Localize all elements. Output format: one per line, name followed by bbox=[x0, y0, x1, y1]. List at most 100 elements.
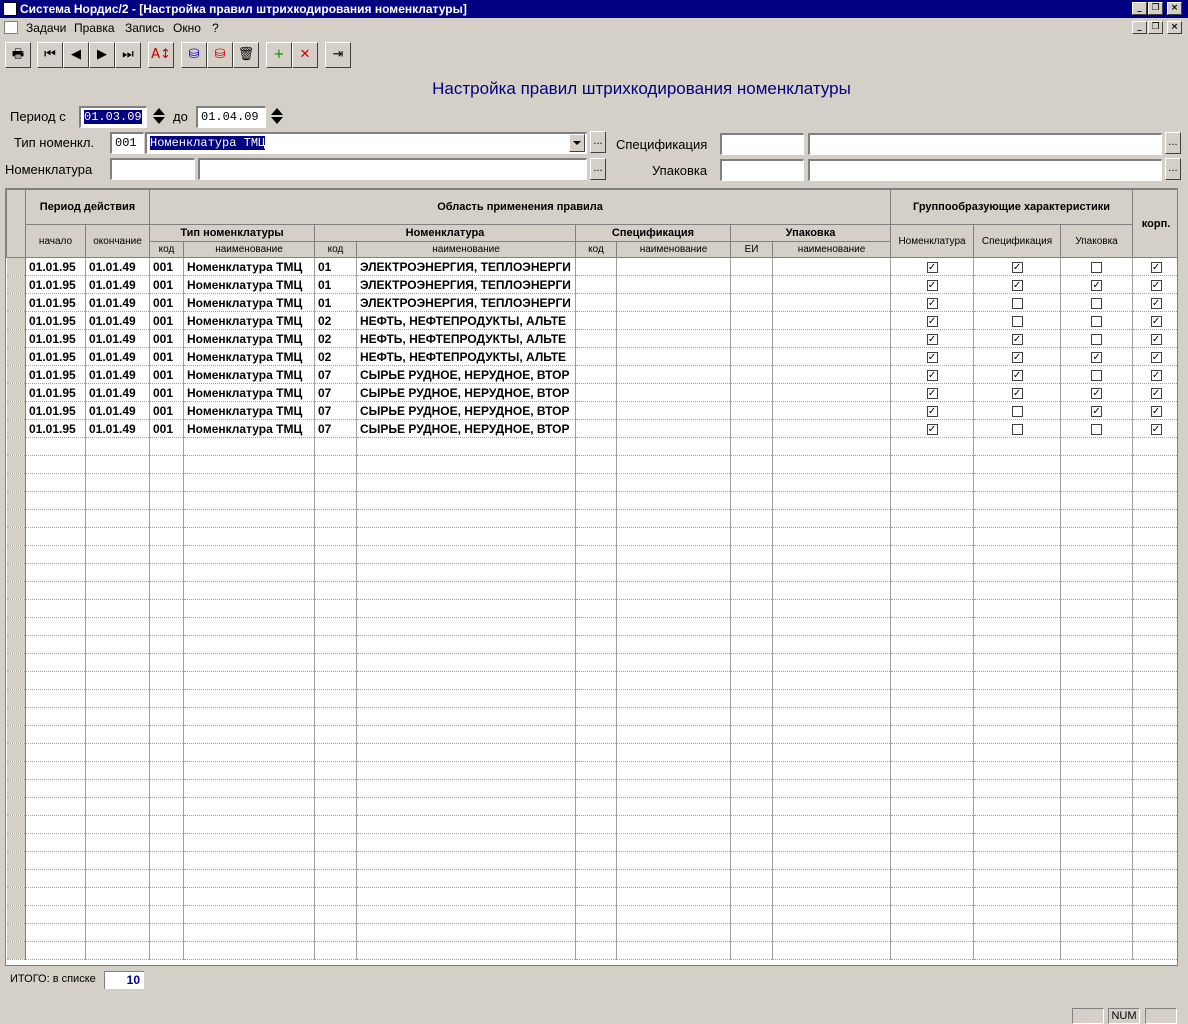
table-row[interactable] bbox=[6, 599, 1177, 618]
row-indicator[interactable] bbox=[6, 563, 26, 582]
table-row[interactable] bbox=[6, 815, 1177, 834]
minimize-button[interactable]: _ bbox=[1132, 2, 1147, 15]
table-row[interactable] bbox=[6, 941, 1177, 960]
row-indicator[interactable] bbox=[6, 581, 26, 600]
menu-help[interactable]: ? bbox=[212, 21, 219, 35]
row-indicator[interactable] bbox=[6, 527, 26, 546]
row-indicator[interactable] bbox=[6, 329, 26, 348]
g-nomen-checkbox[interactable]: ✓ bbox=[926, 315, 938, 327]
period-to-field[interactable]: 01.04.09 bbox=[196, 106, 266, 128]
row-indicator[interactable] bbox=[6, 347, 26, 366]
row-indicator[interactable] bbox=[6, 401, 26, 420]
table-row[interactable] bbox=[6, 833, 1177, 852]
table-row[interactable] bbox=[6, 455, 1177, 474]
row-indicator[interactable] bbox=[6, 509, 26, 528]
period-from-spinner[interactable] bbox=[152, 106, 166, 128]
period-to-spinner[interactable] bbox=[270, 106, 284, 128]
menu-record[interactable]: Запись bbox=[125, 21, 164, 35]
first-record-icon[interactable]: ⏮ bbox=[37, 42, 63, 68]
restore-button[interactable]: ❐ bbox=[1148, 2, 1163, 15]
row-indicator[interactable] bbox=[6, 545, 26, 564]
row-indicator[interactable] bbox=[6, 797, 26, 816]
last-record-icon[interactable]: ⏭ bbox=[115, 42, 141, 68]
table-row[interactable]: 01.01.95 01.01.49 001 Номенклатура ТМЦ 07 СЫР… bbox=[6, 401, 1177, 420]
corp-checkbox[interactable]: ✓ bbox=[1150, 333, 1162, 345]
table-row[interactable]: 01.01.95 01.01.49 001 Номенклатура ТМЦ 07 СЫР… bbox=[6, 419, 1177, 438]
g-pack-checkbox[interactable]: ✓ bbox=[1091, 405, 1103, 417]
g-nomen-checkbox[interactable]: ✓ bbox=[926, 405, 938, 417]
table-row[interactable]: 01.01.95 01.01.49 001 Номенклатура ТМЦ 02 НЕФ… bbox=[6, 347, 1177, 366]
next-record-icon[interactable]: ▶ bbox=[89, 42, 115, 68]
table-row[interactable] bbox=[6, 797, 1177, 816]
table-row[interactable] bbox=[6, 851, 1177, 870]
g-pack-checkbox[interactable]: ✓ bbox=[1091, 279, 1103, 291]
delete-record-icon[interactable]: ✕ bbox=[292, 42, 318, 68]
row-indicator[interactable] bbox=[6, 383, 26, 402]
row-indicator[interactable] bbox=[6, 725, 26, 744]
type-name-combo[interactable]: Номенклатура ТМЦ bbox=[145, 132, 587, 154]
g-pack-checkbox[interactable]: ✓ bbox=[1091, 387, 1103, 399]
row-indicator[interactable] bbox=[6, 851, 26, 870]
corp-checkbox[interactable]: ✓ bbox=[1150, 297, 1162, 309]
g-nomen-checkbox[interactable]: ✓ bbox=[926, 351, 938, 363]
prev-record-icon[interactable]: ◀ bbox=[63, 42, 89, 68]
row-indicator[interactable] bbox=[6, 671, 26, 690]
table-row[interactable]: 01.01.95 01.01.49 001 Номенклатура ТМЦ 01 ЭЛЕ… bbox=[6, 293, 1177, 312]
g-pack-checkbox[interactable] bbox=[1091, 297, 1103, 309]
g-pack-checkbox[interactable] bbox=[1091, 369, 1103, 381]
table-row[interactable] bbox=[6, 473, 1177, 492]
g-nomen-checkbox[interactable]: ✓ bbox=[926, 333, 938, 345]
row-indicator[interactable] bbox=[6, 455, 26, 474]
corp-checkbox[interactable]: ✓ bbox=[1150, 387, 1162, 399]
add-record-icon[interactable]: + bbox=[266, 42, 292, 68]
row-indicator[interactable] bbox=[6, 869, 26, 888]
db-save-icon[interactable]: ⛁ bbox=[181, 42, 207, 68]
corp-checkbox[interactable]: ✓ bbox=[1150, 369, 1162, 381]
table-row[interactable] bbox=[6, 869, 1177, 888]
pack-name-field[interactable] bbox=[808, 159, 1162, 181]
row-indicator[interactable] bbox=[6, 257, 26, 276]
type-code-field[interactable]: 001 bbox=[110, 132, 144, 154]
table-row[interactable] bbox=[6, 545, 1177, 564]
document-icon[interactable] bbox=[4, 21, 18, 34]
g-spec-checkbox[interactable] bbox=[1011, 405, 1023, 417]
table-row[interactable] bbox=[6, 617, 1177, 636]
g-nomen-checkbox[interactable]: ✓ bbox=[926, 297, 938, 309]
table-row[interactable] bbox=[6, 725, 1177, 744]
g-spec-checkbox[interactable]: ✓ bbox=[1011, 369, 1023, 381]
menu-window[interactable]: Окно bbox=[173, 21, 201, 35]
table-row[interactable] bbox=[6, 887, 1177, 906]
row-indicator[interactable] bbox=[6, 635, 26, 654]
corp-checkbox[interactable]: ✓ bbox=[1150, 405, 1162, 417]
pack-code-field[interactable] bbox=[720, 159, 804, 181]
g-pack-checkbox[interactable] bbox=[1091, 333, 1103, 345]
db-load-icon[interactable]: ⛁ bbox=[207, 42, 233, 68]
type-dropdown-button[interactable] bbox=[569, 134, 585, 152]
table-row[interactable] bbox=[6, 761, 1177, 780]
row-indicator[interactable] bbox=[6, 707, 26, 726]
row-indicator[interactable] bbox=[6, 599, 26, 618]
table-row[interactable] bbox=[6, 635, 1177, 654]
row-indicator[interactable] bbox=[6, 941, 26, 960]
rules-grid[interactable]: Период действия Область применения прави… bbox=[5, 188, 1178, 966]
g-spec-checkbox[interactable]: ✓ bbox=[1011, 351, 1023, 363]
spec-code-field[interactable] bbox=[720, 133, 804, 155]
g-spec-checkbox[interactable]: ✓ bbox=[1011, 279, 1023, 291]
exit-icon[interactable]: ⇥ bbox=[325, 42, 351, 68]
row-indicator[interactable] bbox=[6, 779, 26, 798]
corp-checkbox[interactable]: ✓ bbox=[1150, 279, 1162, 291]
table-row[interactable] bbox=[6, 527, 1177, 546]
row-indicator[interactable] bbox=[6, 761, 26, 780]
row-indicator[interactable] bbox=[6, 419, 26, 438]
g-pack-checkbox[interactable] bbox=[1091, 423, 1103, 435]
row-indicator[interactable] bbox=[6, 923, 26, 942]
table-row[interactable] bbox=[6, 923, 1177, 942]
nomen-code-field[interactable] bbox=[110, 158, 195, 180]
row-indicator[interactable] bbox=[6, 815, 26, 834]
table-row[interactable] bbox=[6, 707, 1177, 726]
row-indicator[interactable] bbox=[6, 491, 26, 510]
table-row[interactable]: 01.01.95 01.01.49 001 Номенклатура ТМЦ 07 СЫР… bbox=[6, 383, 1177, 402]
g-spec-checkbox[interactable]: ✓ bbox=[1011, 261, 1023, 273]
corp-checkbox[interactable]: ✓ bbox=[1150, 423, 1162, 435]
table-row[interactable] bbox=[6, 509, 1177, 528]
